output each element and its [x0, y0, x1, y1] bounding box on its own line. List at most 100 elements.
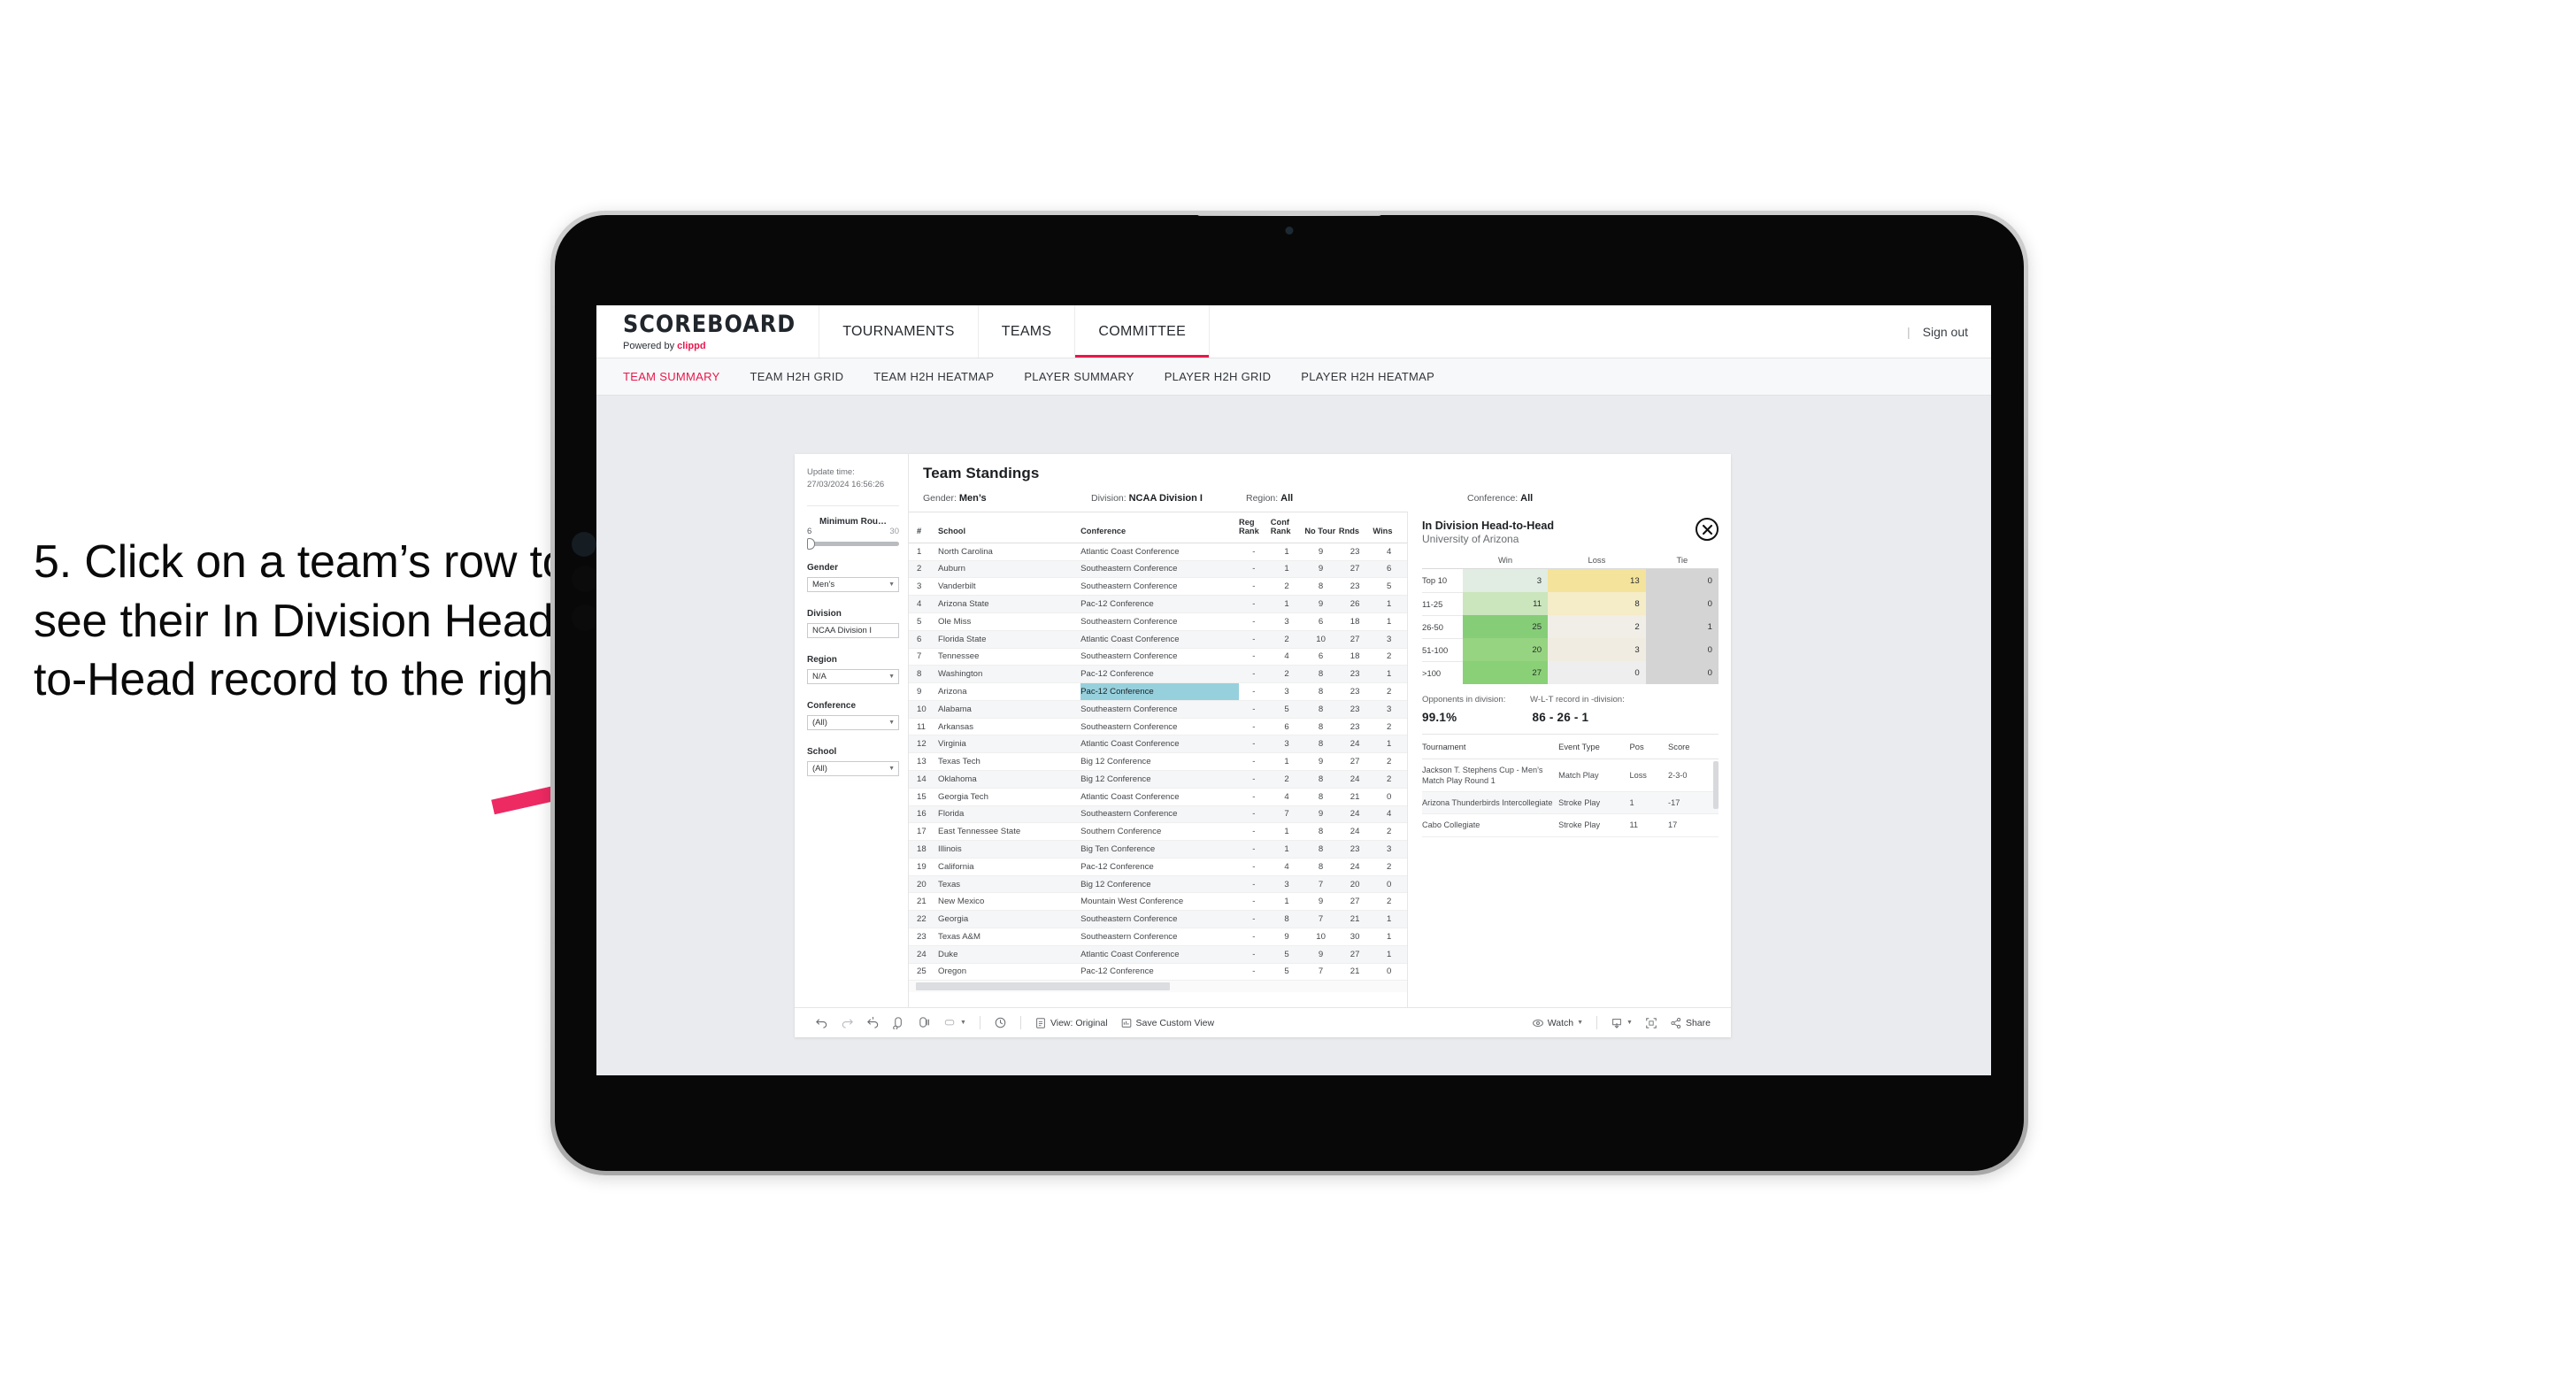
gender-select[interactable]: Men’s ▼	[807, 576, 899, 592]
table-row[interactable]: 12 Virginia Atlantic Coast Conference -3 8 24…	[909, 735, 1407, 754]
conference-select[interactable]: (All) ▼	[807, 714, 899, 730]
table-row[interactable]: 8 Washington Pac-12 Conference -2 8 23 1	[909, 665, 1407, 684]
watch-button[interactable]: Watch ▼	[1526, 1017, 1589, 1029]
filter-summary-conference: Conference: All	[1467, 493, 1533, 504]
view-original-button[interactable]: View: Original	[1028, 1017, 1114, 1029]
heatmap-cell: 0	[1645, 592, 1719, 615]
table-cell: -	[1239, 735, 1271, 754]
division-select[interactable]: NCAA Division I	[807, 622, 899, 638]
col-tournament[interactable]: Tournament	[1422, 735, 1559, 759]
table-cell: Georgia Tech	[938, 788, 1081, 806]
school-select[interactable]: (All) ▼	[807, 760, 899, 776]
table-row[interactable]: 21 New Mexico Mountain West Conference -1 9 2…	[909, 892, 1407, 912]
fullscreen-icon[interactable]	[1639, 1017, 1664, 1029]
table-cell: 8	[1304, 665, 1339, 684]
table-row[interactable]: 13 Texas Tech Big 12 Conference -1 9 27 2	[909, 752, 1407, 771]
nav-item-teams[interactable]: TEAMS	[979, 305, 1076, 358]
col-conf-rank[interactable]: Conf Rank	[1270, 512, 1305, 543]
nav-separator: |	[1906, 324, 1911, 339]
col-school[interactable]: School	[938, 512, 1081, 543]
table-row[interactable]: 14 Oklahoma Big 12 Conference -2 8 24 2	[909, 770, 1407, 789]
refresh-icon[interactable]	[886, 1016, 911, 1029]
filter-conference: Conference (All) ▼	[807, 701, 899, 730]
table-row[interactable]: 2 Auburn Southeastern Conference -1 9 27 6	[909, 560, 1407, 579]
col-reg-rank[interactable]: Reg Rank	[1239, 512, 1271, 543]
table-cell: 6	[1373, 560, 1407, 579]
table-row[interactable]: 17 East Tennessee State Southern Conferenc…	[909, 822, 1407, 842]
heatmap-cell: 0	[1645, 661, 1719, 684]
table-row[interactable]: 20 Texas Big 12 Conference -3 7 20 0	[909, 875, 1407, 894]
chevron-down-icon: ▼	[888, 581, 895, 588]
col-pos[interactable]: Pos	[1629, 735, 1669, 759]
table-row[interactable]: 9 Arizona Pac-12 Conference -3 8 23 2	[909, 682, 1407, 701]
tab-team-summary[interactable]: TEAM SUMMARY	[623, 370, 720, 383]
table-row[interactable]: 3 Vanderbilt Southeastern Conference -2 8 23 5	[909, 577, 1407, 597]
tab-player-h2h-heatmap[interactable]: PLAYER H2H HEATMAP	[1301, 370, 1434, 383]
tab-player-h2h-grid[interactable]: PLAYER H2H GRID	[1165, 370, 1272, 383]
brand-logo[interactable]: SCOREBOARD Powered by clippd	[596, 305, 820, 358]
col-event-type[interactable]: Event Type	[1558, 735, 1630, 759]
table-cell: 10	[1304, 630, 1339, 649]
slider-handle[interactable]	[807, 537, 815, 550]
redo-icon[interactable]	[834, 1016, 860, 1029]
chevron-down-icon: ▼	[960, 1020, 966, 1026]
close-icon[interactable]	[1696, 518, 1719, 541]
table-cell: 8	[1304, 770, 1339, 789]
table-row[interactable]: 10 Alabama Southeastern Conference -5 8 23 3	[909, 700, 1407, 719]
history-icon[interactable]	[988, 1016, 1013, 1029]
col-conference[interactable]: Conference	[1080, 512, 1240, 543]
table-row[interactable]: 5 Ole Miss Southeastern Conference -3 6 18 1	[909, 612, 1407, 631]
tab-team-h2h-heatmap[interactable]: TEAM H2H HEATMAP	[873, 370, 994, 383]
col-score[interactable]: Score	[1668, 735, 1719, 759]
table-cell: 1	[1270, 752, 1305, 771]
save-custom-view-button[interactable]: Save Custom View	[1114, 1017, 1221, 1029]
table-row[interactable]: 4 Arizona State Pac-12 Conference -1 9 26 1	[909, 595, 1407, 613]
h2h-heatmap-body: Top 10 3 13 0 11-25 11 8 0 26-50 25 2 1 51-100 20 3 0 >1…	[1422, 568, 1719, 684]
scrollbar-thumb[interactable]	[916, 982, 1170, 991]
download-button[interactable]: ▼	[1604, 1017, 1639, 1029]
nav-item-tournaments[interactable]: TOURNAMENTS	[819, 305, 979, 358]
nav-item-committee[interactable]: COMMITTEE	[1075, 305, 1211, 358]
table-cell: 9	[1304, 805, 1339, 824]
share-button[interactable]: Share	[1664, 1017, 1717, 1029]
table-row[interactable]: 18 Illinois Big Ten Conference -1 8 23 3	[909, 840, 1407, 859]
table-cell: Southeastern Conference	[1080, 612, 1240, 631]
tournaments-table: Tournament Event Type Pos Score Jackson …	[1422, 735, 1719, 837]
minimum-rounds-slider[interactable]	[807, 537, 899, 550]
table-row[interactable]: 24 Duke Atlantic Coast Conference -5 9 27 1	[909, 945, 1407, 964]
table-cell: 12	[909, 735, 939, 754]
tournament-row[interactable]: Arizona Thunderbirds Intercollegiate Stro…	[1422, 791, 1719, 815]
table-row[interactable]: 7 Tennessee Southeastern Conference -4 6 18 2	[909, 648, 1407, 666]
table-cell: 6	[909, 630, 939, 649]
table-row[interactable]: 11 Arkansas Southeastern Conference -6 8 23 2	[909, 718, 1407, 736]
table-row[interactable]: 15 Georgia Tech Atlantic Coast Conference -…	[909, 788, 1407, 806]
tournaments-scrollbar[interactable]	[1713, 761, 1719, 809]
undo-icon[interactable]	[809, 1016, 834, 1029]
col-rnds[interactable]: Rnds	[1338, 512, 1373, 543]
region-select[interactable]: N/A ▼	[807, 668, 899, 684]
col-rank[interactable]: #	[909, 512, 939, 543]
tab-player-summary[interactable]: PLAYER SUMMARY	[1024, 370, 1134, 383]
pause-icon[interactable]	[911, 1016, 937, 1029]
table-cell: Arizona	[938, 682, 1081, 701]
table-cell: 2	[1270, 665, 1305, 684]
tournament-row[interactable]: Cabo Collegiate Stroke Play 11 17	[1422, 813, 1719, 837]
table-row[interactable]: 22 Georgia Southeastern Conference -8 7 21 1	[909, 910, 1407, 928]
filter-minimum-rounds: Minimum Rou… 6 30	[807, 517, 899, 550]
table-row[interactable]: 1 North Carolina Atlantic Coast Conference…	[909, 543, 1407, 561]
col-wins[interactable]: Wins	[1373, 512, 1407, 543]
table-row[interactable]: 25 Oregon Pac-12 Conference -5 7 21 0	[909, 963, 1407, 982]
tab-team-h2h-grid[interactable]: TEAM H2H GRID	[750, 370, 844, 383]
table-row[interactable]: 23 Texas A&M Southeastern Conference -9 10 30…	[909, 928, 1407, 946]
sign-out-link[interactable]: Sign out	[1923, 325, 1968, 339]
col-no-tour[interactable]: No Tour	[1304, 512, 1339, 543]
table-row[interactable]: 16 Florida Southeastern Conference -7 9 24 4	[909, 805, 1407, 824]
minimum-rounds-range: 6 30	[807, 527, 899, 536]
layout-dropdown-icon[interactable]: ▼	[937, 1016, 973, 1029]
revert-icon[interactable]	[860, 1016, 886, 1029]
table-row[interactable]: 6 Florida State Atlantic Coast Conference -…	[909, 630, 1407, 649]
tournament-row[interactable]: Jackson T. Stephens Cup - Men’s Match Pl…	[1422, 758, 1719, 793]
table-row[interactable]: 19 California Pac-12 Conference -4 8 24 2	[909, 858, 1407, 876]
table-horizontal-scrollbar[interactable]	[909, 981, 1407, 993]
tournaments-table-body: Jackson T. Stephens Cup - Men’s Match Pl…	[1422, 758, 1719, 837]
